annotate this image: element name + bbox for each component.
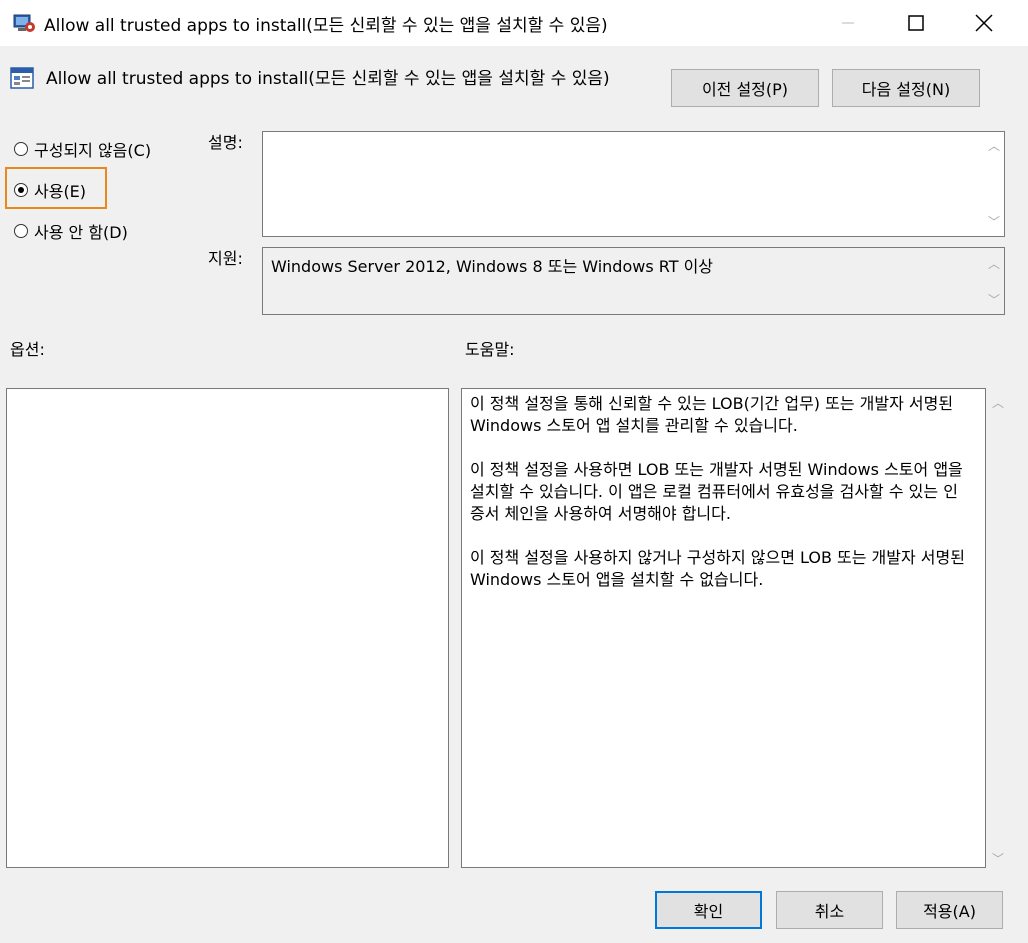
radio-button[interactable]	[14, 142, 28, 156]
minimize-icon[interactable]	[814, 0, 882, 46]
maximize-icon[interactable]	[882, 0, 950, 46]
scroll-down-icon[interactable]: ﹀	[988, 294, 1000, 306]
setting-title: Allow all trusted apps to install(모든 신뢰할…	[46, 69, 610, 89]
ok-button[interactable]: 확인	[655, 891, 762, 929]
radio-button[interactable]	[14, 224, 28, 238]
help-text: 이 정책 설정을 통해 신뢰할 수 있는 LOB(기간 업무) 또는 개발자 서…	[470, 393, 965, 613]
supported-label: 지원:	[208, 249, 243, 268]
radio-label: 구성되지 않음(C)	[34, 141, 152, 160]
radio-enabled[interactable]: 사용(E)	[14, 178, 86, 202]
options-panel	[6, 388, 449, 868]
radio-disabled[interactable]: 사용 안 함(D)	[14, 219, 128, 243]
scroll-down-icon[interactable]: ﹀	[992, 850, 1004, 867]
apply-button[interactable]: 적용(A)	[896, 891, 1003, 929]
description-label: 설명:	[208, 133, 243, 152]
close-icon[interactable]	[950, 0, 1018, 46]
group-policy-icon	[13, 14, 35, 32]
help-label: 도움말:	[465, 340, 515, 359]
window-title: Allow all trusted apps to install(모든 신뢰할…	[44, 16, 608, 36]
help-paragraph: 이 정책 설정을 통해 신뢰할 수 있는 LOB(기간 업무) 또는 개발자 서…	[470, 394, 954, 435]
next-setting-button[interactable]: 다음 설정(N)	[832, 69, 980, 107]
radio-not-configured[interactable]: 구성되지 않음(C)	[14, 137, 151, 161]
title-bar: Allow all trusted apps to install(모든 신뢰할…	[0, 0, 1028, 46]
help-paragraph: 이 정책 설정을 사용하면 LOB 또는 개발자 서명된 Windows 스토어…	[470, 460, 963, 523]
scroll-up-icon[interactable]: ︿	[988, 140, 1000, 152]
radio-label: 사용 안 함(D)	[34, 223, 128, 242]
scroll-up-icon[interactable]: ︿	[992, 394, 1004, 411]
scroll-down-icon[interactable]: ﹀	[988, 216, 1000, 228]
radio-button[interactable]	[14, 183, 28, 197]
supported-value: Windows Server 2012, Windows 8 또는 Window…	[271, 257, 714, 276]
help-paragraph: 이 정책 설정을 사용하지 않거나 구성하지 않으면 LOB 또는 개발자 서명…	[470, 548, 965, 589]
supported-field: Windows Server 2012, Windows 8 또는 Window…	[262, 247, 1005, 315]
description-field[interactable]: ︿ ﹀	[262, 131, 1005, 237]
scroll-up-icon[interactable]: ︿	[988, 258, 1000, 270]
previous-setting-button[interactable]: 이전 설정(P)	[671, 69, 819, 107]
setting-icon	[10, 67, 34, 89]
cancel-button[interactable]: 취소	[776, 891, 883, 929]
radio-label: 사용(E)	[34, 182, 87, 201]
help-panel: 이 정책 설정을 통해 신뢰할 수 있는 LOB(기간 업무) 또는 개발자 서…	[461, 388, 986, 868]
options-label: 옵션:	[10, 340, 45, 359]
